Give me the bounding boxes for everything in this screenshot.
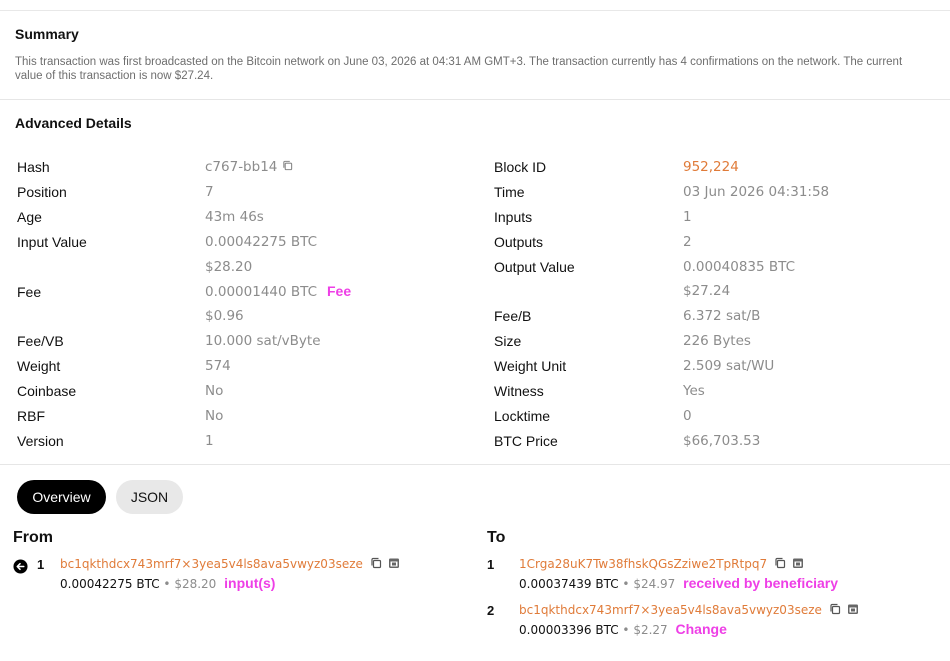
value-outputs: 2	[683, 234, 692, 250]
from-btc: 0.00042275 BTC	[60, 577, 160, 591]
label-fee-b: Fee/B	[494, 308, 532, 324]
label-size: Size	[494, 333, 522, 349]
label-position: Position	[17, 184, 67, 200]
from-heading: From	[13, 529, 53, 546]
label-locktime: Locktime	[494, 408, 551, 424]
advanced-details-title: Advanced Details	[15, 115, 132, 131]
value-coinbase: No	[205, 383, 224, 399]
value-witness: Yes	[683, 383, 705, 399]
separator-dot: •	[622, 577, 630, 591]
label-rbf: RBF	[17, 408, 45, 424]
label-input-value: Input Value	[17, 234, 87, 250]
to-index: 2	[487, 603, 495, 618]
copy-icon[interactable]	[829, 603, 841, 618]
value-locktime: 0	[683, 408, 692, 424]
label-fee: Fee	[17, 284, 42, 300]
value-btc-price: $66,703.53	[683, 433, 761, 449]
label-outputs: Outputs	[494, 234, 544, 250]
copy-icon[interactable]	[370, 557, 382, 572]
to-usd: $24.97	[633, 577, 676, 591]
to-amount: 0.00003396 BTC • $2.27 Change	[519, 621, 727, 637]
fee-annotation: Fee	[327, 283, 352, 299]
calendar-icon[interactable]	[388, 557, 400, 572]
value-output-btc: 0.00040835 BTC	[683, 259, 796, 275]
summary-text: This transaction was first broadcasted o…	[15, 56, 903, 82]
value-fee-b: 6.372 sat/B	[683, 308, 761, 324]
from-amount: 0.00042275 BTC • $28.20 input(s)	[60, 575, 275, 591]
to-heading: To	[487, 529, 506, 546]
label-witness: Witness	[494, 383, 544, 399]
to-address-row: 1Crga28uK7Tw38fhskQGsZziwe2TpRtpq7	[519, 557, 804, 572]
from-address-link[interactable]: bc1qkthdcx743mrf7×3yea5v4ls8ava5vwyz03se…	[60, 557, 363, 571]
to-btc: 0.00037439 BTC	[519, 577, 619, 591]
to-amount: 0.00037439 BTC • $24.97 received by bene…	[519, 575, 838, 591]
label-btc-price: BTC Price	[494, 433, 558, 449]
to-btc: 0.00003396 BTC	[519, 623, 619, 637]
value-weight: 574	[205, 358, 231, 374]
label-block-id: Block ID	[494, 159, 547, 175]
to-address-row: bc1qkthdcx743mrf7×3yea5v4ls8ava5vwyz03se…	[519, 603, 859, 618]
tab-json[interactable]: JSON	[116, 480, 183, 514]
value-fee-usd: $0.96	[205, 308, 244, 324]
value-output-usd: $27.24	[683, 283, 731, 299]
value-inputs: 1	[683, 209, 692, 225]
tab-overview[interactable]: Overview	[17, 480, 106, 514]
label-fee-vb: Fee/VB	[17, 333, 64, 349]
value-position: 7	[205, 184, 214, 200]
to-address-link[interactable]: 1Crga28uK7Tw38fhskQGsZziwe2TpRtpq7	[519, 557, 767, 571]
hash-text: c767-bb14	[205, 159, 278, 175]
value-age: 43m 46s	[205, 209, 264, 225]
divider	[0, 464, 950, 465]
value-size: 226 Bytes	[683, 333, 751, 349]
value-input-usd: $28.20	[205, 259, 253, 275]
value-fee-btc: 0.00001440 BTC	[205, 284, 318, 300]
label-time: Time	[494, 184, 525, 200]
label-weight-unit: Weight Unit	[494, 358, 567, 374]
copy-icon[interactable]	[282, 159, 293, 175]
block-id-link[interactable]: 952,224	[683, 159, 739, 175]
value-weight-unit: 2.509 sat/WU	[683, 358, 775, 374]
input-arrow-icon	[13, 559, 28, 579]
label-weight: Weight	[17, 358, 61, 374]
copy-icon[interactable]	[774, 557, 786, 572]
inputs-annotation: input(s)	[224, 575, 276, 591]
label-version: Version	[17, 433, 64, 449]
value-rbf: No	[205, 408, 224, 424]
value-hash: c767-bb14	[205, 159, 293, 175]
from-index: 1	[37, 557, 45, 572]
label-age: Age	[17, 209, 42, 225]
to-usd: $2.27	[633, 623, 668, 637]
label-output-value: Output Value	[494, 259, 575, 275]
value-version: 1	[205, 433, 214, 449]
to-address-link[interactable]: bc1qkthdcx743mrf7×3yea5v4ls8ava5vwyz03se…	[519, 603, 822, 617]
calendar-icon[interactable]	[847, 603, 859, 618]
calendar-icon[interactable]	[792, 557, 804, 572]
beneficiary-annotation: received by beneficiary	[683, 575, 839, 591]
value-time: 03 Jun 2026 04:31:58	[683, 184, 830, 200]
value-input-btc: 0.00042275 BTC	[205, 234, 318, 250]
divider	[0, 99, 950, 100]
label-hash: Hash	[17, 159, 50, 175]
value-fee-vb: 10.000 sat/vByte	[205, 333, 321, 349]
summary-title: Summary	[15, 26, 79, 42]
from-usd: $28.20	[174, 577, 217, 591]
to-index: 1	[487, 557, 495, 572]
label-inputs: Inputs	[494, 209, 533, 225]
change-annotation: Change	[675, 621, 727, 637]
label-coinbase: Coinbase	[17, 383, 77, 399]
separator-dot: •	[622, 623, 630, 637]
from-address-row: bc1qkthdcx743mrf7×3yea5v4ls8ava5vwyz03se…	[60, 557, 400, 572]
separator-dot: •	[163, 577, 171, 591]
